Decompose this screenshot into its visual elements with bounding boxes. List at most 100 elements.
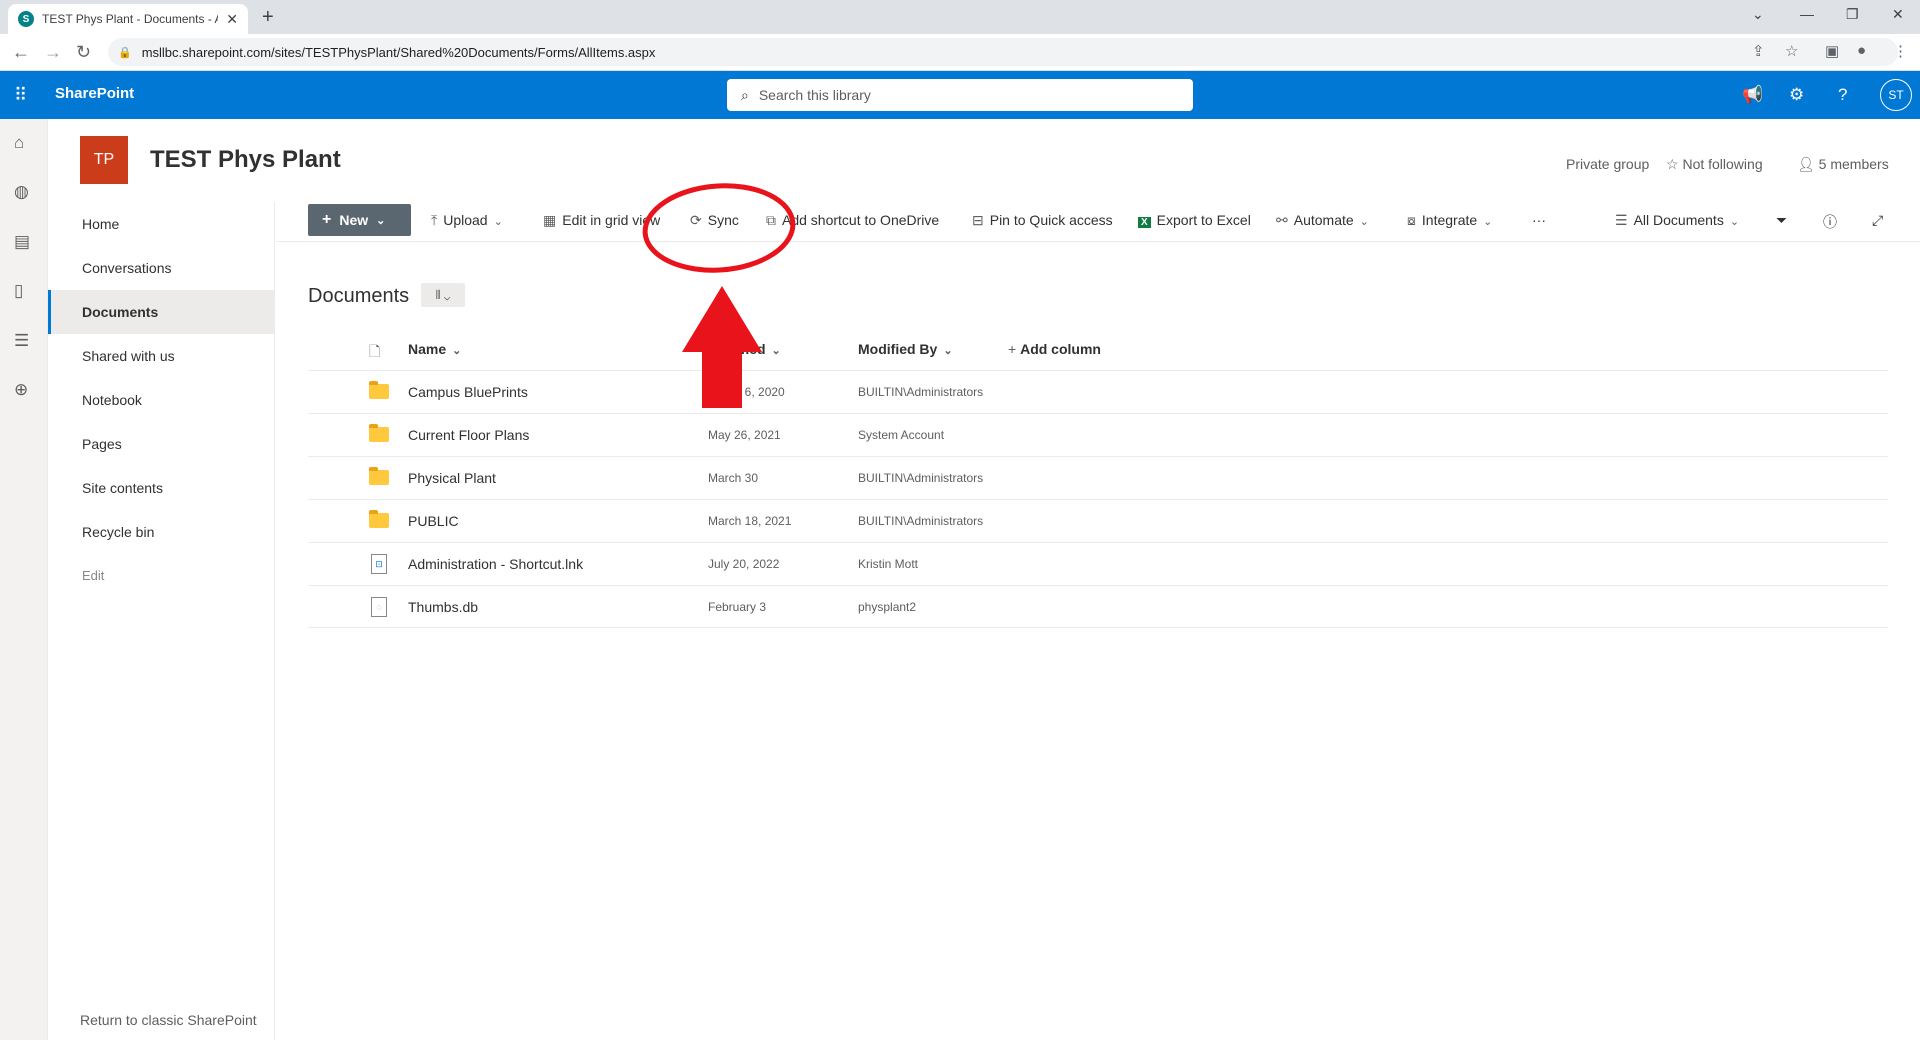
profile-icon[interactable]: ● xyxy=(1857,42,1866,59)
nav-item-home[interactable]: Home xyxy=(48,202,275,246)
nav-item-site-contents[interactable]: Site contents xyxy=(48,466,275,510)
forward-arrow-icon[interactable]: → xyxy=(44,42,62,63)
search-input[interactable]: ⌕ Search this library xyxy=(727,79,1193,111)
app-launcher-waffle-icon[interactable]: ⠿ xyxy=(14,85,27,106)
suite-bar: ⠿ SharePoint ⌕ Search this library 📢 ⚙ ?… xyxy=(0,71,1920,119)
share-icon[interactable]: ⇪ xyxy=(1752,42,1765,60)
table-row[interactable]: Campus BluePrints March 6, 2020 BUILTIN\… xyxy=(308,370,1888,413)
chevron-down-icon: ⌄ xyxy=(376,214,386,227)
sharepoint-favicon-icon: S xyxy=(18,11,34,27)
chevron-down-icon: ⌄ xyxy=(1483,216,1493,228)
automate-button[interactable]: ⚯ Automate ⌄ xyxy=(1276,212,1369,229)
nav-item-pages[interactable]: Pages xyxy=(48,422,275,466)
table-row[interactable]: ⊡ Administration - Shortcut.lnk July 20,… xyxy=(308,542,1888,585)
browser-menu-icon[interactable]: ⋮ xyxy=(1893,42,1908,60)
expand-icon[interactable]: ⤢ xyxy=(1872,212,1883,229)
minimize-window-icon[interactable]: — xyxy=(1800,6,1814,22)
bookmark-star-icon[interactable]: ☆ xyxy=(1785,42,1798,60)
column-header-modified[interactable]: Modified ⌄ xyxy=(708,341,781,357)
table-row[interactable]: Physical Plant March 30 BUILTIN\Administ… xyxy=(308,456,1888,499)
integrate-label: Integrate xyxy=(1421,212,1478,228)
gear-icon[interactable]: ⚙ xyxy=(1789,85,1804,105)
nav-item-shared-with-us[interactable]: Shared with us xyxy=(48,334,275,378)
file-name[interactable]: PUBLIC xyxy=(408,513,459,529)
close-tab-icon[interactable]: ✕ xyxy=(226,11,238,28)
megaphone-icon[interactable]: 📢 xyxy=(1742,85,1763,105)
library-title: Documents xyxy=(308,285,410,307)
url-text: msllbc.sharepoint.com/sites/TESTPhysPlan… xyxy=(141,44,656,60)
return-to-classic-link[interactable]: Return to classic SharePoint xyxy=(80,1012,257,1028)
pin-quick-access-button[interactable]: ⊟ Pin to Quick access xyxy=(972,212,1113,229)
file-type-header-icon[interactable]: 🗋︎ xyxy=(369,341,380,365)
new-button[interactable]: + New ⌄ xyxy=(308,204,411,236)
file-name[interactable]: Physical Plant xyxy=(408,470,496,486)
file-name[interactable]: Thumbs.db xyxy=(408,599,478,615)
folder-icon xyxy=(369,424,389,442)
automate-label: Automate xyxy=(1293,212,1354,228)
upload-button[interactable]: ⤒ Upload ⌄ xyxy=(431,212,503,229)
modified-by: BUILTIN\Administrators xyxy=(858,385,984,399)
view-switcher-button[interactable]: ☰ All Documents ⌄ xyxy=(1615,212,1739,229)
new-label: New xyxy=(339,212,369,228)
url-field[interactable]: 🔒 msllbc.sharepoint.com/sites/TESTPhysPl… xyxy=(108,38,1898,66)
add-column-button[interactable]: + Add column xyxy=(1008,341,1101,357)
browser-tab[interactable]: S TEST Phys Plant - Documents - A ✕ xyxy=(8,4,248,34)
nav-item-conversations[interactable]: Conversations xyxy=(48,246,275,290)
help-icon[interactable]: ? xyxy=(1838,85,1847,105)
file-name[interactable]: Current Floor Plans xyxy=(408,427,529,443)
table-row[interactable]: Current Floor Plans May 26, 2021 System … xyxy=(308,413,1888,456)
nav-item-recycle-bin[interactable]: Recycle bin xyxy=(48,510,275,554)
back-arrow-icon[interactable]: ← xyxy=(12,42,30,63)
close-window-icon[interactable]: ✕ xyxy=(1892,6,1904,23)
excel-icon: X xyxy=(1138,217,1151,228)
follow-label: Not following xyxy=(1682,156,1763,172)
home-icon[interactable]: ⌂ xyxy=(14,133,24,153)
news-icon[interactable]: ▤ xyxy=(14,232,30,252)
follow-button[interactable]: ☆ Not following xyxy=(1666,156,1763,173)
view-options-toggle[interactable]: ⫴ ⌄ xyxy=(421,283,465,307)
restore-window-icon[interactable]: ❐ xyxy=(1846,6,1859,23)
tab-search-chevron-icon[interactable]: ⌄ xyxy=(1752,6,1764,23)
side-panel-icon[interactable]: ▣ xyxy=(1825,42,1839,60)
table-row[interactable]: PUBLIC March 18, 2021 BUILTIN\Administra… xyxy=(308,499,1888,542)
new-tab-button[interactable]: + xyxy=(262,6,274,29)
site-navigation: Home Conversations Documents Shared with… xyxy=(48,202,275,1040)
members-button[interactable]: 👤︎ 5 members xyxy=(1797,156,1889,173)
column-header-modified-by[interactable]: Modified By ⌄ xyxy=(858,341,953,357)
filter-icon[interactable]: ⏷ xyxy=(1776,212,1787,229)
nav-item-documents[interactable]: Documents xyxy=(48,290,275,334)
sharepoint-brand[interactable]: SharePoint xyxy=(55,85,134,102)
nav-item-notebook[interactable]: Notebook xyxy=(48,378,275,422)
export-label: Export to Excel xyxy=(1156,212,1251,228)
nav-item-edit[interactable]: Edit xyxy=(48,554,275,598)
group-type: Private group xyxy=(1566,156,1650,172)
search-placeholder: Search this library xyxy=(758,87,871,103)
column-header-name[interactable]: Name ⌄ xyxy=(408,341,461,357)
file-name[interactable]: Campus BluePrints xyxy=(408,384,528,400)
info-icon[interactable]: ⓘ xyxy=(1823,212,1837,232)
lists-icon[interactable]: ☰ xyxy=(14,331,29,351)
table-row[interactable]: ◌ Thumbs.db February 3 physplant2 xyxy=(308,585,1888,628)
sync-button[interactable]: ⟳ Sync xyxy=(690,212,739,229)
modified-by: Kristin Mott xyxy=(858,557,919,571)
chevron-down-icon: ⌄ xyxy=(493,216,503,228)
integrate-button[interactable]: ⧇ Integrate ⌄ xyxy=(1407,212,1492,229)
globe-icon[interactable]: ◍ xyxy=(14,182,29,202)
export-excel-button[interactable]: X Export to Excel xyxy=(1138,212,1251,228)
edit-grid-view-button[interactable]: ▦ Edit in grid view xyxy=(543,212,660,229)
add-shortcut-label: Add shortcut to OneDrive xyxy=(782,212,940,228)
command-bar: + New ⌄ ⤒ Upload ⌄ ▦ Edit in grid view ⟳ Syn… xyxy=(276,202,1920,242)
create-plus-icon[interactable]: ⊕ xyxy=(14,380,28,400)
avatar[interactable]: ST xyxy=(1880,79,1912,111)
link-file-icon: ⊡ xyxy=(371,554,387,574)
site-title[interactable]: TEST Phys Plant xyxy=(150,146,341,174)
file-name[interactable]: Administration - Shortcut.lnk xyxy=(408,556,583,572)
more-commands-button[interactable]: ··· xyxy=(1532,212,1546,228)
page-icon[interactable]: ▯ xyxy=(14,281,23,301)
shortcut-icon: ⧉ xyxy=(766,212,776,228)
add-shortcut-button[interactable]: ⧉ Add shortcut to OneDrive xyxy=(766,212,939,229)
upload-arrow-icon: ⤒ xyxy=(431,212,438,228)
reload-icon[interactable]: ↻ xyxy=(76,42,91,63)
chevron-down-icon: ⌄ xyxy=(943,345,953,357)
site-logo[interactable]: TP xyxy=(80,136,128,184)
